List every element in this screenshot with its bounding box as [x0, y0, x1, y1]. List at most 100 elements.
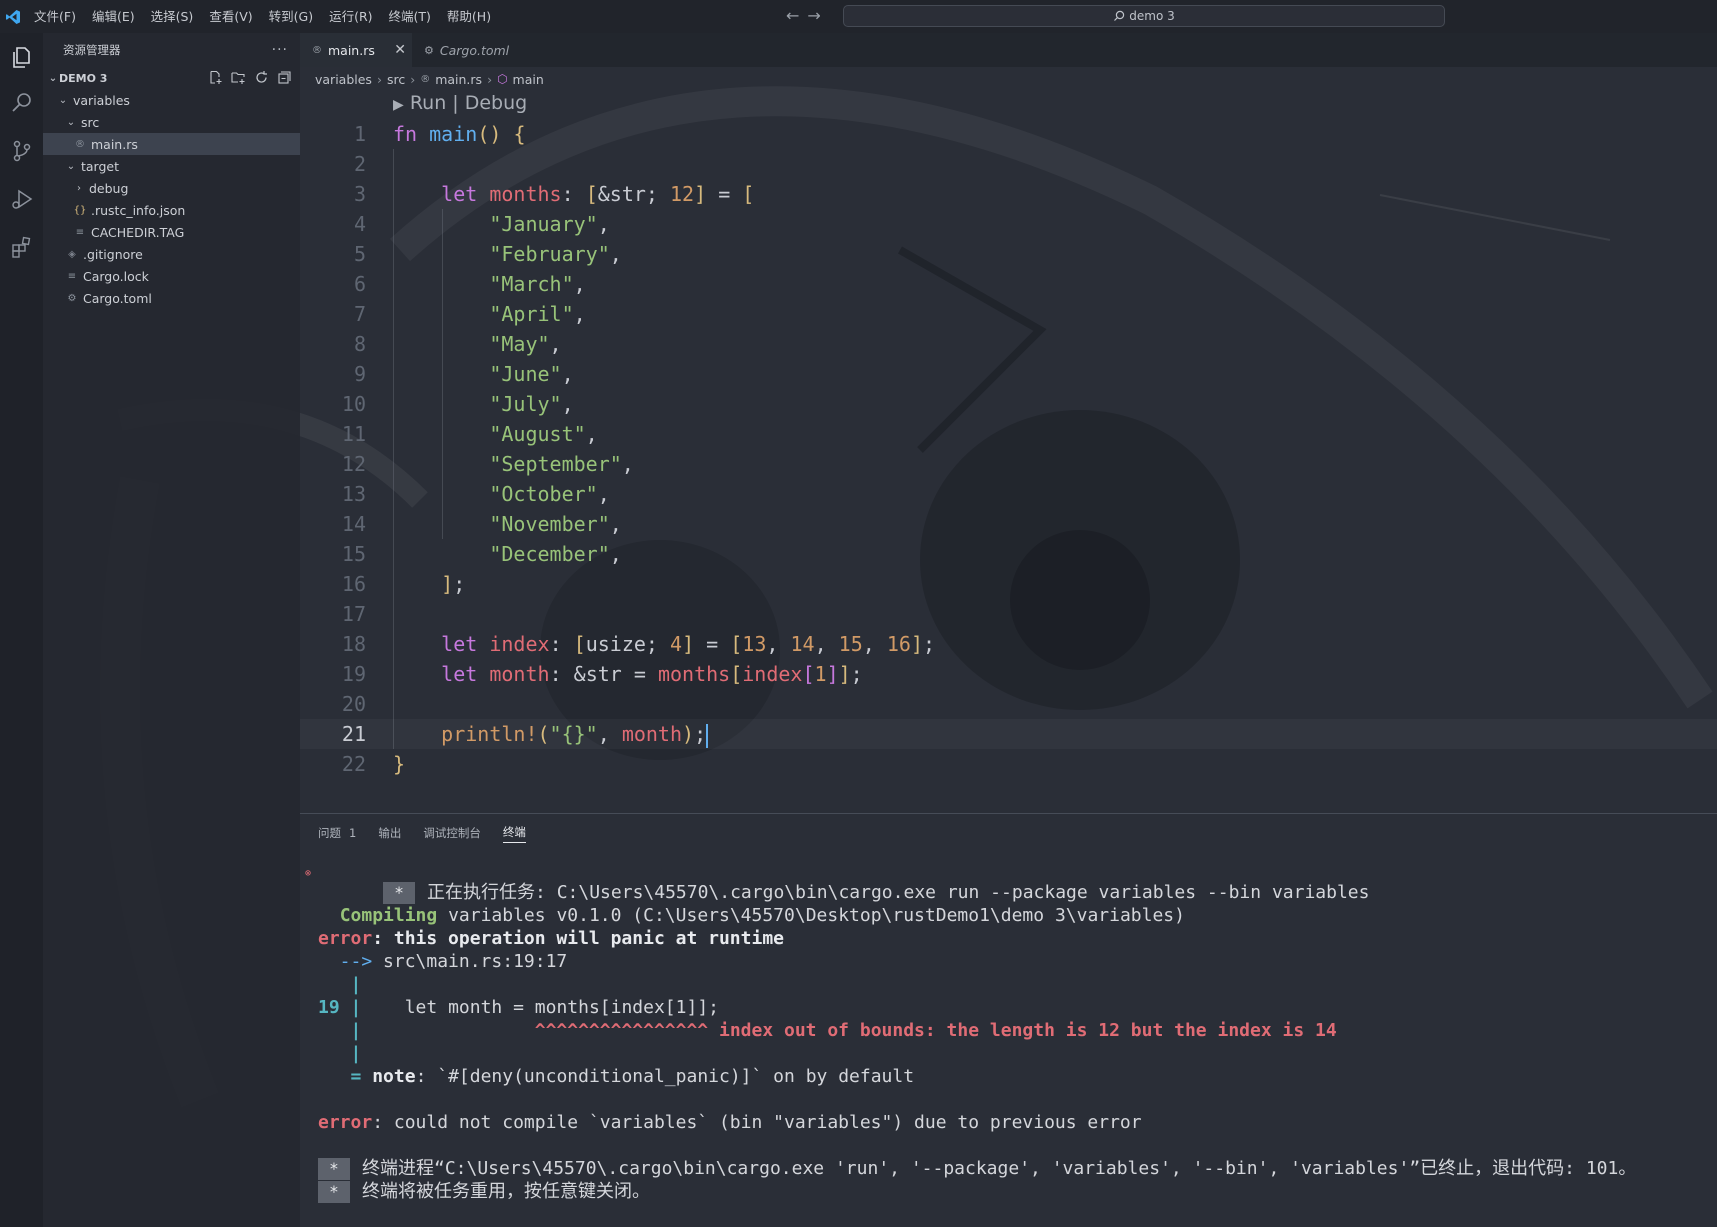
function-symbol-icon: ⬡	[497, 72, 508, 86]
explorer-title: 资源管理器	[63, 43, 121, 57]
tree-item-cargo-lock[interactable]: ≡ Cargo.lock	[43, 265, 300, 287]
code-line[interactable]: 19 let month: &str = months[index[1]];	[300, 659, 1717, 689]
code-text: ];	[441, 572, 466, 596]
code-line[interactable]: 21 println!("{}", month);	[300, 719, 1717, 749]
tab-problems[interactable]: 问题 1	[318, 825, 356, 841]
menu-file[interactable]: 文件(F)	[26, 0, 84, 33]
explorer-sidebar: 资源管理器 ··· ⌄ DEMO 3 ⌄ variables ⌄ src ® m…	[43, 33, 300, 1227]
tree-item-rustc-info[interactable]: {} .rustc_info.json	[43, 199, 300, 221]
project-header[interactable]: ⌄ DEMO 3	[43, 67, 300, 89]
new-folder-icon[interactable]	[231, 70, 246, 85]
note-eq: =	[350, 1066, 362, 1087]
breadcrumb-item[interactable]: variables	[315, 72, 372, 87]
code-line[interactable]: 13 "October",	[300, 479, 1717, 509]
code-line[interactable]: 5 "February",	[300, 239, 1717, 269]
vscode-logo-icon	[0, 0, 26, 33]
chevron-right-icon: ›	[77, 182, 81, 194]
terminal-output[interactable]: ⊗ * 正在执行任务: C:\Users\45570\.cargo\bin\carg…	[300, 854, 1717, 1203]
line-number: 20	[341, 692, 366, 716]
menu-help[interactable]: 帮助(H)	[439, 0, 499, 33]
terminal-caret-line: | ^^^^^^^^^^^^^^^^ index out of bounds: …	[300, 1019, 1717, 1042]
code-line[interactable]: 4 "January",	[300, 209, 1717, 239]
code-line[interactable]: 20	[300, 689, 1717, 719]
tab-terminal[interactable]: 终端	[502, 824, 526, 843]
breadcrumb-item[interactable]: src	[387, 72, 405, 87]
code-text: let months: [&str; 12] = [	[441, 182, 755, 206]
new-file-icon[interactable]	[208, 70, 223, 85]
collapse-all-icon[interactable]	[277, 70, 292, 85]
tab-main-rs[interactable]: ® main.rs ✕	[300, 33, 412, 67]
breadcrumb-item[interactable]: main.rs	[435, 72, 482, 87]
code-line[interactable]: 22}	[300, 749, 1717, 779]
command-center[interactable]: demo 3	[843, 5, 1445, 27]
code-line[interactable]: 7 "April",	[300, 299, 1717, 329]
code-line[interactable]: 15 "December",	[300, 539, 1717, 569]
tree-item-cargo-toml[interactable]: ⚙ Cargo.toml	[43, 287, 300, 309]
code-line[interactable]: 6 "March",	[300, 269, 1717, 299]
search-icon[interactable]	[8, 89, 36, 117]
tree-item-gitignore[interactable]: ◈ .gitignore	[43, 243, 300, 265]
caret-marker: ^^^^^^^^^^^^^^^^	[534, 1020, 709, 1041]
code-line[interactable]: 1 fn main() {	[300, 119, 1717, 149]
tree-item-cachedir-tag[interactable]: ≡ CACHEDIR.TAG	[43, 221, 300, 243]
code-line[interactable]: 18 let index: [usize; 4] = [13, 14, 15, …	[300, 629, 1717, 659]
code-line[interactable]: 8 "May",	[300, 329, 1717, 359]
tree-item-label: main.rs	[91, 136, 138, 152]
gear-icon: ⚙	[424, 43, 434, 57]
tab-cargo-toml[interactable]: ⚙ Cargo.toml	[412, 33, 521, 67]
code-line[interactable]: 12 "September",	[300, 449, 1717, 479]
menu-run[interactable]: 运行(R)	[321, 0, 380, 33]
code-text: "August",	[489, 422, 598, 446]
close-icon[interactable]: ✕	[394, 42, 406, 58]
code-line[interactable]: 14 "November",	[300, 509, 1717, 539]
breadcrumb-item[interactable]: main	[513, 72, 544, 87]
menu-edit[interactable]: 编辑(E)	[84, 0, 143, 33]
tree-item-target[interactable]: ⌄ target	[43, 155, 300, 177]
menu-terminal[interactable]: 终端(T)	[381, 0, 439, 33]
gutter-pipe: |	[350, 1020, 362, 1041]
tree-item-debug[interactable]: › debug	[43, 177, 300, 199]
code-text: let index: [usize; 4] = [13, 14, 15, 16]…	[441, 632, 936, 656]
tree-item-label: .rustc_info.json	[91, 202, 186, 218]
terminal-text: 终端将被任务重用，按任意键关闭。	[362, 1181, 650, 1202]
task-marker: *	[318, 1181, 350, 1203]
code-line[interactable]: 16 ];	[300, 569, 1717, 599]
explorer-icon[interactable]	[8, 43, 36, 71]
menu-go[interactable]: 转到(G)	[261, 0, 321, 33]
tree-item-variables[interactable]: ⌄ variables	[43, 89, 300, 111]
code-text: "May",	[489, 332, 562, 356]
extensions-icon[interactable]	[8, 233, 36, 261]
refresh-icon[interactable]	[254, 70, 269, 85]
code-line[interactable]: 2	[300, 149, 1717, 179]
chevron-down-icon: ⌄	[48, 72, 58, 84]
breadcrumb: variables › src › ® main.rs › ⬡ main	[300, 67, 1717, 91]
tab-output[interactable]: 输出	[378, 825, 401, 841]
terminal-blank	[300, 1134, 1717, 1157]
menu-selection[interactable]: 选择(S)	[143, 0, 202, 33]
run-debug-icon[interactable]	[8, 185, 36, 213]
activity-bar	[0, 33, 43, 1227]
line-number: 3	[353, 182, 366, 206]
terminal-error2-line: error: could not compile `variables` (bi…	[300, 1111, 1717, 1134]
forward-arrow-icon[interactable]: →	[807, 6, 828, 25]
code-line[interactable]: 17	[300, 599, 1717, 629]
tab-debug-console[interactable]: 调试控制台	[423, 825, 481, 841]
code-text: "December",	[489, 542, 622, 566]
tree-item-main-rs[interactable]: ® main.rs	[43, 133, 300, 155]
code-line[interactable]: 3 let months: [&str; 12] = [	[300, 179, 1717, 209]
menu-view[interactable]: 查看(V)	[201, 0, 260, 33]
line-number: 1	[353, 122, 366, 146]
tab-label: main.rs	[328, 42, 375, 58]
code-line[interactable]: 10 "July",	[300, 389, 1717, 419]
source-control-icon[interactable]	[8, 137, 36, 165]
code-line[interactable]: 9 "June",	[300, 359, 1717, 389]
chevron-right-icon: ›	[376, 71, 382, 87]
code-line[interactable]: 11 "August",	[300, 419, 1717, 449]
command-center-label: demo 3	[1129, 9, 1175, 23]
codelens-run-debug[interactable]: ▶ Run | Debug	[393, 92, 527, 114]
tree-item-src[interactable]: ⌄ src	[43, 111, 300, 133]
line-number: 22	[341, 752, 366, 776]
code-editor[interactable]: 1 fn main() {2 3 let months: [&str; 12] = …	[300, 119, 1717, 779]
back-arrow-icon[interactable]: ←	[786, 6, 807, 25]
more-actions-icon[interactable]: ···	[272, 42, 288, 58]
